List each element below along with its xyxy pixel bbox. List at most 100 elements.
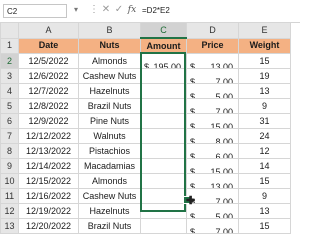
nut-cell[interactable]: Brazil Nuts [78,98,141,114]
price-cell[interactable]: $13.00 [186,53,239,69]
weight-cell[interactable]: 13 [238,83,291,99]
amount-cell[interactable] [140,98,187,114]
column-header-a[interactable]: A [18,22,79,39]
amount-cell[interactable] [140,83,187,99]
column-header-c[interactable]: C [140,22,187,39]
weight-cell[interactable]: 9 [238,188,291,204]
weight-cell[interactable]: 15 [238,173,291,189]
weight-cell[interactable]: 15 [238,218,291,234]
date-cell[interactable]: 12/13/2022 [18,143,79,159]
row-header[interactable]: 8 [0,143,19,159]
header-cell-weight[interactable]: Weight [238,37,291,54]
price-value: 6.00 [215,152,233,159]
table-row: 10 12/15/2022 Almonds $13.00 15 [0,173,291,189]
fill-handle-plus-icon: ✚ [186,195,196,207]
row-header[interactable]: 1 [0,37,19,54]
select-all-corner[interactable] [0,22,19,39]
column-header-row: A B C D E [0,22,291,39]
nut-cell[interactable]: Brazil Nuts [78,218,141,234]
nut-cell[interactable]: Almonds [78,173,141,189]
date-cell[interactable]: 12/7/2022 [18,83,79,99]
amount-cell[interactable] [140,188,187,204]
nut-cell[interactable]: Pine Nuts [78,113,141,129]
column-header-b[interactable]: B [78,22,141,39]
price-cell[interactable]: $7.00 [186,68,239,84]
row-header[interactable]: 2 [0,53,19,69]
amount-cell[interactable] [140,158,187,174]
row-header[interactable]: 6 [0,113,19,129]
date-cell[interactable]: 12/8/2022 [18,98,79,114]
weight-cell[interactable]: 31 [238,113,291,129]
row-header[interactable]: 13 [0,218,19,234]
amount-cell[interactable] [140,218,187,234]
column-header-e[interactable]: E [238,22,291,39]
amount-cell[interactable] [140,68,187,84]
amount-cell[interactable] [140,173,187,189]
header-cell-amount[interactable]: Amount [140,37,187,54]
nut-cell[interactable]: Hazelnuts [78,203,141,219]
price-cell[interactable]: $15.00 [186,113,239,129]
amount-cell[interactable] [140,128,187,144]
date-cell[interactable]: 12/14/2022 [18,158,79,174]
weight-cell[interactable]: 15 [238,53,291,69]
table-row: 3 12/6/2022 Cashew Nuts $7.00 19 [0,68,291,84]
header-cell-nuts[interactable]: Nuts [78,37,141,54]
price-cell[interactable]: $8.00 [186,128,239,144]
price-cell[interactable]: $7.00 [186,98,239,114]
header-cell-price[interactable]: Price [186,37,239,54]
price-currency: $ [190,107,196,114]
price-cell[interactable]: $5.00 [186,83,239,99]
row-header[interactable]: 10 [0,173,19,189]
weight-cell[interactable]: 9 [238,98,291,114]
price-value: 8.00 [215,137,233,144]
price-cell[interactable]: $7.00 [186,218,239,234]
enter-checkmark-icon[interactable]: ✓ [113,3,125,17]
formula-input[interactable]: =D2*E2 [140,4,300,18]
row-header[interactable]: 12 [0,203,19,219]
more-options-icon[interactable]: ⋮ [88,3,100,17]
fx-icon[interactable]: fx [126,3,138,17]
price-cell[interactable]: $6.00 [186,143,239,159]
chevron-down-icon[interactable]: ▾ [70,3,82,17]
table-row: 4 12/7/2022 Hazelnuts $5.00 13 [0,83,291,99]
nut-cell[interactable]: Cashew Nuts [78,68,141,84]
date-cell[interactable]: 12/20/2022 [18,218,79,234]
amount-cell[interactable] [140,113,187,129]
cancel-icon[interactable]: ✕ [100,3,112,17]
nut-cell[interactable]: Macadamias [78,158,141,174]
nut-cell[interactable]: Almonds [78,53,141,69]
amount-cell[interactable]: $195.00 [140,53,187,69]
weight-cell[interactable]: 19 [238,68,291,84]
amount-cell[interactable] [140,143,187,159]
row-header[interactable]: 3 [0,68,19,84]
row-header[interactable]: 4 [0,83,19,99]
date-cell[interactable]: 12/12/2022 [18,128,79,144]
weight-cell[interactable]: 13 [238,203,291,219]
date-cell[interactable]: 12/15/2022 [18,173,79,189]
row-header[interactable]: 5 [0,98,19,114]
date-cell[interactable]: 12/6/2022 [18,68,79,84]
name-box[interactable]: C2 [3,4,67,18]
date-cell[interactable]: 12/9/2022 [18,113,79,129]
header-cell-date[interactable]: Date [18,37,79,54]
date-cell[interactable]: 12/5/2022 [18,53,79,69]
table-row: 11 12/16/2022 Cashew Nuts $7.00 9 [0,188,291,204]
price-value: 5.00 [215,92,233,99]
price-cell[interactable]: $15.00 [186,158,239,174]
weight-cell[interactable]: 12 [238,143,291,159]
weight-cell[interactable]: 14 [238,158,291,174]
nut-cell[interactable]: Cashew Nuts [78,188,141,204]
row-header[interactable]: 11 [0,188,19,204]
date-cell[interactable]: 12/16/2022 [18,188,79,204]
nut-cell[interactable]: Pistachios [78,143,141,159]
nut-cell[interactable]: Hazelnuts [78,83,141,99]
row-header[interactable]: 9 [0,158,19,174]
date-cell[interactable]: 12/19/2022 [18,203,79,219]
price-cell[interactable]: $13.00 [186,173,239,189]
amount-cell[interactable] [140,203,187,219]
row-header[interactable]: 7 [0,128,19,144]
nut-cell[interactable]: Walnuts [78,128,141,144]
price-value: 13.00 [210,62,233,69]
weight-cell[interactable]: 24 [238,128,291,144]
column-header-d[interactable]: D [186,22,239,39]
